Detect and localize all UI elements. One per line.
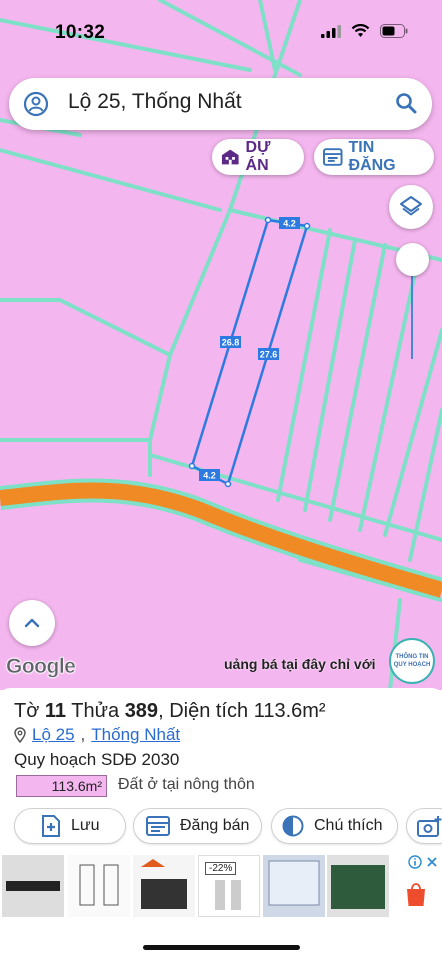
project-chip-label: DỰ ÁN: [245, 139, 271, 174]
planning-info-button[interactable]: THÔNG TIN QUY HOẠCH: [389, 638, 435, 684]
parcel-summary: Tờ 11 Thửa 389, Diện tích 113.6m²: [14, 700, 326, 723]
account-icon[interactable]: [23, 91, 49, 117]
circuit-board-image: [331, 865, 385, 909]
map-view[interactable]: 4.2 26.8 27.6 4.2 10:32 Lộ 25, Thống Nhấ…: [0, 0, 442, 690]
sheet-number: 11: [44, 700, 67, 722]
shopee-icon[interactable]: [405, 881, 427, 907]
product-image: [141, 859, 187, 909]
land-use-area-badge: 113.6m²: [16, 775, 107, 797]
ad-thumb-2[interactable]: [68, 855, 130, 917]
listing-icon: [146, 816, 170, 836]
app-root: 4.2 26.8 27.6 4.2 10:32 Lộ 25, Thống Nhấ…: [0, 0, 442, 960]
dim-bottom-label: 4.2: [203, 471, 216, 481]
land-use-type: Đất ở tại nông thôn: [118, 776, 255, 793]
address-street-link[interactable]: Lộ 25: [32, 725, 75, 745]
lot-label: Thửa: [71, 700, 120, 722]
home-indicator[interactable]: [143, 945, 300, 950]
parcel-info-panel: Tờ 11 Thửa 389, Diện tích 113.6m² Lộ 25,…: [0, 688, 442, 960]
opacity-slider-knob[interactable]: [396, 243, 429, 276]
search-bar[interactable]: Lộ 25, Thống Nhất: [9, 78, 432, 130]
layers-icon: [400, 196, 422, 216]
chevron-up-icon: [24, 618, 40, 628]
expand-button[interactable]: [9, 600, 55, 646]
product-image: [6, 881, 60, 891]
save-button[interactable]: Lưu: [14, 808, 126, 844]
summary-comma: ,: [158, 700, 164, 722]
ad-close-icon[interactable]: [425, 855, 439, 869]
address-comma: ,: [80, 725, 86, 744]
dim-right-label: 27.6: [260, 350, 278, 360]
ad-thumb-5[interactable]: [263, 855, 325, 917]
parcel-address: Lộ 25, Thống Nhất: [14, 725, 180, 745]
legend-button[interactable]: Chú thích: [271, 808, 398, 844]
ad-thumb-1[interactable]: [2, 855, 64, 917]
listing-chip-label: TIN ĐĂNG: [348, 139, 396, 174]
legend-button-label: Chú thích: [314, 817, 383, 834]
save-button-label: Lưu: [71, 817, 100, 834]
post-sale-button[interactable]: Đăng bán: [133, 808, 262, 844]
project-chip[interactable]: DỰ ÁN: [212, 139, 304, 175]
status-bar: 10:32: [0, 0, 442, 66]
ad-banner[interactable]: -22%: [0, 853, 442, 917]
post-sale-button-label: Đăng bán: [180, 817, 250, 834]
share-image-button[interactable]: [406, 808, 442, 844]
area-label: Diện tích: [169, 700, 249, 722]
status-icons: [321, 24, 408, 38]
add-photo-icon: [417, 816, 442, 837]
area-value: 113.6m²: [253, 700, 326, 722]
ad-ticker-text[interactable]: uảng bá tại đây chỉ với: [224, 656, 384, 672]
opacity-slider-track[interactable]: [411, 262, 413, 359]
planning-info-line1: THÔNG TIN: [395, 654, 429, 660]
google-logo: Google: [6, 655, 76, 679]
address-commune-link[interactable]: Thống Nhất: [91, 725, 180, 745]
battery-icon: [380, 24, 408, 38]
lot-number: 389: [124, 700, 159, 722]
plan-title: Quy hoạch SDĐ 2030: [14, 750, 180, 769]
sheet-label: Tờ: [14, 700, 40, 722]
product-diagram-image: [79, 864, 119, 906]
listing-icon: [323, 148, 343, 166]
add-document-icon: [42, 815, 60, 837]
search-query[interactable]: Lộ 25, Thống Nhất: [68, 90, 242, 114]
ad-thumb-3[interactable]: [133, 855, 195, 917]
location-pin-icon: [14, 727, 26, 743]
ad-thumb-4[interactable]: -22%: [198, 855, 260, 917]
ad-info-icon[interactable]: [408, 855, 422, 869]
ad-thumb-6[interactable]: [327, 855, 389, 917]
cellular-signal-icon: [321, 24, 341, 38]
search-icon[interactable]: [394, 91, 418, 115]
building-icon: [221, 149, 239, 165]
dim-left-label: 26.8: [222, 338, 240, 348]
listing-chip[interactable]: TIN ĐĂNG: [314, 139, 434, 175]
layers-button[interactable]: [389, 185, 433, 229]
planning-info-line2: QUY HOẠCH: [393, 662, 431, 668]
status-time: 10:32: [55, 22, 106, 43]
dim-top-label: 4.2: [283, 219, 296, 229]
contrast-icon: [282, 815, 304, 837]
wifi-icon: [351, 24, 370, 37]
discount-badge: -22%: [205, 862, 237, 875]
screenshot-image: [268, 860, 320, 906]
